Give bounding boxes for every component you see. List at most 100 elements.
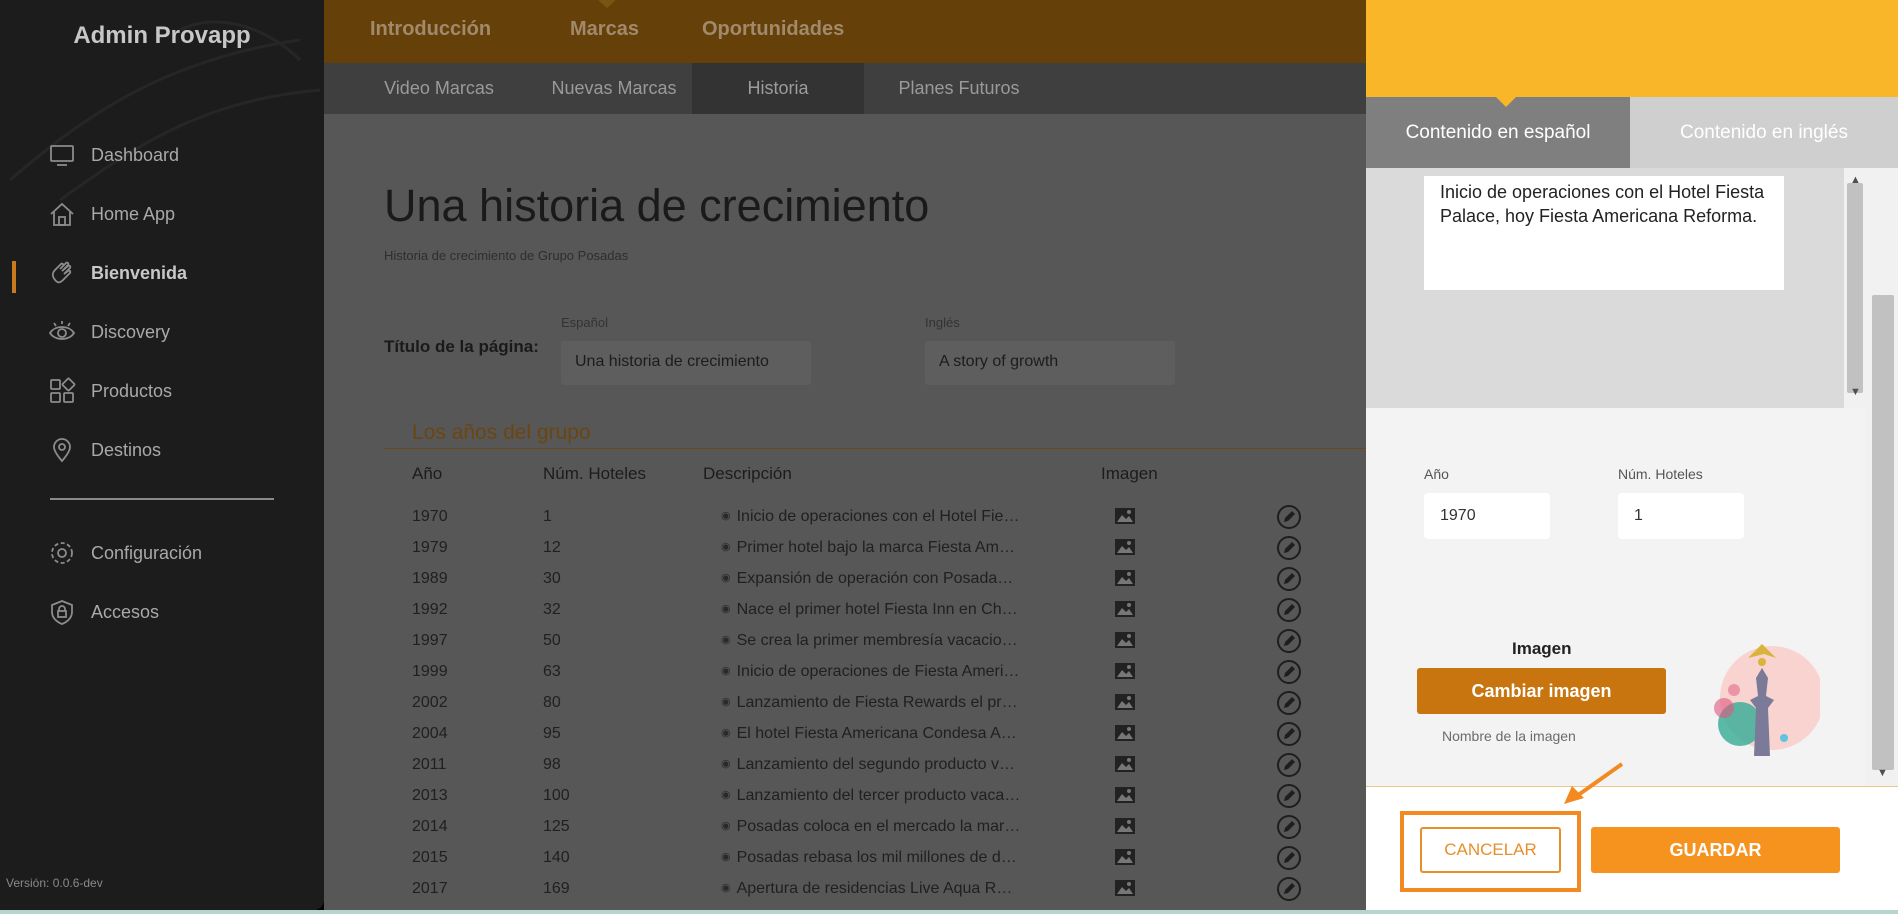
year-cell: 1979 (412, 539, 448, 556)
sidebar-item-home-app[interactable]: Home App (48, 196, 175, 232)
description-cell: El hotel Fiesta Americana Condesa Acapul… (721, 725, 1021, 743)
table-row[interactable]: 2014 125 Posadas coloca en el mercado la m… (324, 812, 1366, 843)
year-cell: 2011 (412, 756, 447, 773)
sidebar-item-bienvenida[interactable]: Bienvenida (48, 255, 187, 291)
column-header-year: Año (412, 464, 443, 483)
hotels-cell: 12 (543, 539, 561, 556)
edit-icon[interactable] (1276, 628, 1302, 654)
image-icon[interactable] (1114, 786, 1136, 804)
page-subtitle: Historia de crecimiento de Grupo Posadas (384, 248, 629, 263)
edit-icon[interactable] (1276, 690, 1302, 716)
edit-icon[interactable] (1276, 814, 1302, 840)
table-row[interactable]: 2002 80 Lanzamiento de Fiesta Rewards el p… (324, 688, 1366, 719)
column-header-description: Descripción (703, 464, 792, 483)
sidebar-item-configuracion[interactable]: Configuración (48, 535, 202, 571)
edit-icon[interactable] (1276, 597, 1302, 623)
scroll-down-arrow-icon[interactable]: ▼ (1850, 386, 1861, 398)
cancel-button[interactable]: CANCELAR (1420, 827, 1561, 873)
sidebar-item-productos[interactable]: Productos (48, 373, 172, 409)
edit-icon[interactable] (1276, 659, 1302, 685)
year-cell: 1970 (412, 508, 448, 525)
edit-icon[interactable] (1276, 721, 1302, 747)
sidebar-item-label: Home App (91, 203, 176, 224)
description-scrollbar-thumb[interactable] (1847, 183, 1863, 393)
edit-icon[interactable] (1276, 566, 1302, 592)
wave-hand-icon (51, 261, 72, 284)
table-row[interactable]: 1992 32 Nace el primer hotel Fiesta Inn en… (324, 595, 1366, 626)
brand-title: Admin Provapp (73, 22, 251, 49)
table-row[interactable]: 2011 98 Lanzamiento del segundo producto v… (324, 750, 1366, 781)
image-icon[interactable] (1114, 507, 1136, 525)
table-row[interactable]: 2004 95 El hotel Fiesta Americana Condesa … (324, 719, 1366, 750)
tab-marcas[interactable]: Marcas (570, 18, 639, 41)
subtab-planes-futuros[interactable]: Planes Futuros (874, 63, 1044, 114)
sidebar-item-accesos[interactable]: Accesos (48, 594, 159, 630)
sidebar-item-discovery[interactable]: Discovery (48, 314, 170, 350)
image-icon[interactable] (1114, 755, 1136, 773)
tab-oportunidades[interactable]: Oportunidades (702, 18, 844, 41)
scroll-up-arrow-icon[interactable]: ▲ (1850, 174, 1861, 186)
description-cell: Posadas rebasa los mil millones de dólar… (721, 849, 1021, 867)
sidebar-item-destinos[interactable]: Destinos (48, 432, 161, 468)
image-icon[interactable] (1114, 724, 1136, 742)
edit-icon[interactable] (1276, 876, 1302, 902)
image-icon[interactable] (1114, 538, 1136, 556)
table-row[interactable]: 2015 140 Posadas rebasa los mil millones d… (324, 843, 1366, 874)
image-icon[interactable] (1114, 631, 1136, 649)
tab-spanish-content[interactable]: Contenido en español (1366, 97, 1630, 168)
shield-icon (51, 600, 73, 625)
panel-scrollbar-thumb[interactable] (1872, 295, 1894, 770)
image-preview (1714, 644, 1820, 756)
tab-introduccion[interactable]: Introducción (370, 18, 491, 41)
title-es-input[interactable]: Una historia de crecimiento (561, 341, 811, 385)
image-icon[interactable] (1114, 662, 1136, 680)
annotation-arrow-icon (1564, 762, 1624, 804)
image-icon[interactable] (1114, 817, 1136, 835)
description-textarea[interactable]: Inicio de operaciones con el Hotel Fiest… (1424, 176, 1784, 290)
table-row[interactable]: 2017 169 Apertura de residencias Live Aqua… (324, 874, 1366, 905)
description-cell: Primer hotel bajo la marca Fiesta Americ… (721, 539, 1021, 557)
description-cell: Lanzamiento del tercer producto vacacion… (721, 787, 1021, 805)
edit-icon[interactable] (1276, 752, 1302, 778)
edit-icon[interactable] (1276, 535, 1302, 561)
image-icon[interactable] (1114, 879, 1136, 897)
year-label: Año (1424, 466, 1449, 482)
subtab-video-marcas[interactable]: Video Marcas (364, 63, 514, 114)
hotels-input[interactable]: 1 (1618, 493, 1744, 539)
column-header-image: Imagen (1101, 464, 1158, 483)
hotels-cell: 30 (543, 570, 561, 587)
hotels-cell: 169 (543, 880, 570, 897)
english-label: Inglés (925, 315, 960, 330)
year-cell: 2014 (412, 818, 448, 835)
table-row[interactable]: 1997 50 Se crea la primer membresía vacaci… (324, 626, 1366, 657)
year-input[interactable]: 1970 (1424, 493, 1550, 539)
tab-english-content[interactable]: Contenido en inglés (1630, 97, 1898, 168)
subtab-nuevas-marcas[interactable]: Nuevas Marcas (534, 63, 694, 114)
active-indicator (12, 261, 16, 293)
description-cell: Se crea la primer membresía vacacional (721, 632, 1021, 650)
table-row[interactable]: 1999 63 Inicio de operaciones de Fiesta Am… (324, 657, 1366, 688)
image-icon[interactable] (1114, 848, 1136, 866)
subtab-historia[interactable]: Historia (692, 63, 864, 114)
save-button[interactable]: GUARDAR (1591, 827, 1840, 873)
table-row[interactable]: 1979 12 Primer hotel bajo la marca Fiesta … (324, 533, 1366, 564)
year-cell: 2015 (412, 849, 448, 866)
home-icon (50, 202, 74, 226)
main-content: Introducción Marcas Oportunidades Video … (324, 0, 1366, 914)
image-icon[interactable] (1114, 600, 1136, 618)
table-row[interactable]: 2013 100 Lanzamiento del tercer producto v… (324, 781, 1366, 812)
image-icon[interactable] (1114, 693, 1136, 711)
edit-icon[interactable] (1276, 783, 1302, 809)
title-en-input[interactable]: A story of growth (925, 341, 1175, 385)
panel-body: Inicio de operaciones con el Hotel Fiest… (1366, 168, 1898, 786)
description-cell: Inicio de operaciones de Fiesta American… (721, 663, 1021, 681)
panel-scroll-down-arrow-icon[interactable]: ▼ (1877, 767, 1888, 779)
sidebar-item-dashboard[interactable]: Dashboard (48, 137, 179, 173)
table-row[interactable]: 1989 30 Expansión de operación con Posadas… (324, 564, 1366, 595)
image-icon[interactable] (1114, 569, 1136, 587)
edit-icon[interactable] (1276, 845, 1302, 871)
table-row[interactable]: 1970 1 Inicio de operaciones con el Hotel … (324, 502, 1366, 533)
change-image-button[interactable]: Cambiar imagen (1417, 668, 1666, 714)
edit-icon[interactable] (1276, 504, 1302, 530)
year-cell: 1992 (412, 601, 448, 618)
